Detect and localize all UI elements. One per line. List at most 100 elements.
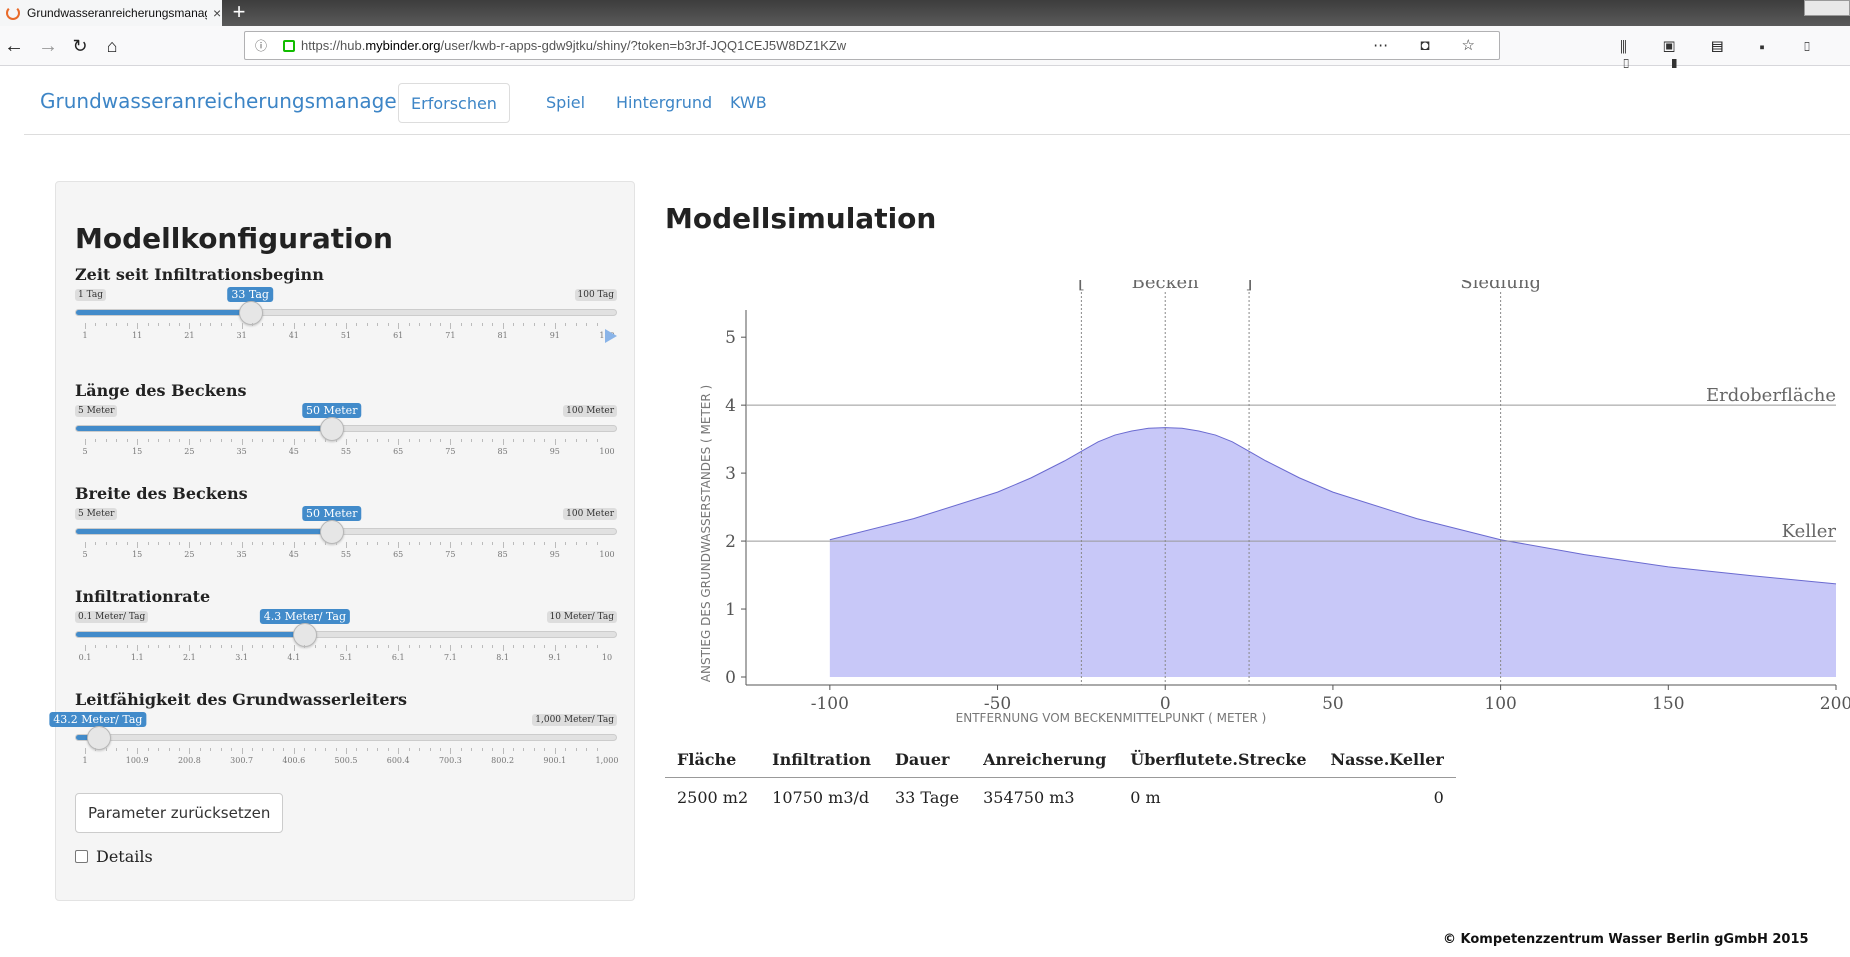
slider-tick-label: 500.5	[334, 756, 358, 765]
details-checkbox[interactable]: Details	[75, 847, 153, 866]
slider-tick-mark	[335, 645, 337, 648]
slider-tick-mark	[189, 439, 191, 445]
slider-tick-mark	[502, 439, 504, 445]
slider-tick-mark	[492, 323, 494, 326]
new-tab-button[interactable]: +	[226, 0, 252, 26]
slider-tick-mark	[168, 542, 170, 545]
slider-ticks: 5 15 25 35 45 55 65 75 85 95 100	[75, 439, 617, 459]
slider-min-label: 5 Meter	[75, 405, 118, 417]
slider-handle[interactable]	[238, 301, 263, 325]
slider-tick-mark	[335, 323, 337, 326]
info-icon[interactable]: ⓘ	[255, 37, 267, 54]
slider-tick-mark	[105, 439, 107, 442]
slider-label: Leitfähigkeit des Grundwasserleiters	[75, 690, 407, 709]
slider-tick-mark	[126, 645, 128, 648]
slider-tick-mark	[178, 748, 180, 751]
slider-tick-mark	[460, 748, 462, 751]
slider-tick-mark	[335, 748, 337, 751]
url-path: /user/kwb-r-apps-gdw9jtku/shiny/?token=b…	[440, 38, 847, 53]
slider-tick-mark	[439, 645, 441, 648]
slider-tick-mark	[565, 323, 567, 326]
slider-tick-mark	[220, 323, 222, 326]
table-row: 2500 m2 10750 m3/d 33 Tage 354750 m3 0 m…	[665, 778, 1456, 818]
slider-tick-mark	[513, 748, 515, 751]
slider-tick-mark	[544, 748, 546, 751]
slider-track[interactable]	[75, 623, 617, 647]
slider-tick-mark	[95, 748, 97, 751]
reset-parameters-button[interactable]: Parameter zurücksetzen	[75, 793, 284, 833]
slider-tick-mark	[554, 542, 556, 548]
slider-tick-mark	[158, 439, 160, 442]
slider-tick-mark	[346, 323, 347, 329]
slider-tick-mark	[419, 748, 421, 751]
slider-tick-mark	[565, 439, 567, 442]
x-axis-label: ENTFERNUNG VOM BECKENMITTELPUNKT ( METER…	[956, 711, 1267, 725]
slider-fill	[76, 529, 332, 534]
reload-icon[interactable]: ↻	[66, 32, 94, 60]
slider-handle[interactable]	[319, 520, 344, 544]
slider-tick-mark	[565, 542, 567, 545]
checkbox-box[interactable]	[75, 850, 88, 863]
y-tick-label: 4	[725, 396, 736, 416]
slider-tick-mark	[398, 645, 400, 651]
page-actions-icons[interactable]: ⋯ ◘ ☆	[1373, 36, 1489, 54]
tab-close-icon[interactable]: ×	[213, 5, 221, 21]
play-animation-icon[interactable]	[605, 329, 617, 343]
tab-kwb[interactable]: KWB	[718, 83, 779, 123]
slider-tick-label: 31	[236, 331, 247, 340]
slider-tick-mark	[408, 645, 410, 648]
slider-tick-mark	[137, 542, 139, 548]
slider-tick-mark	[533, 645, 535, 648]
simulation-chart: ErdoberflächeKeller[Becken] Siedlung-100-…	[699, 280, 1850, 725]
slider-tick-mark	[471, 323, 473, 326]
home-icon[interactable]: ⌂	[98, 32, 126, 60]
slider-tick-mark	[460, 645, 462, 648]
slider-tick-mark	[231, 645, 233, 648]
slider-handle[interactable]	[293, 623, 318, 647]
app-brand[interactable]: Grundwasseranreicherungsmanager	[40, 89, 405, 113]
slider-fill	[76, 426, 332, 431]
slider-tick-mark	[408, 439, 410, 442]
slider-label: Breite des Beckens	[75, 484, 248, 503]
slider-tick-label: 61	[393, 331, 404, 340]
slider-tick-mark	[586, 748, 588, 751]
table-cell: 354750 m3	[983, 788, 1075, 807]
slider-tick-mark	[272, 645, 274, 648]
slider-tick-mark	[199, 748, 201, 751]
slider-ticks: 1 100.9 200.8 300.7 400.6 500.5 600.4 700.3 800.…	[75, 748, 618, 768]
y-tick-label: 2	[725, 532, 736, 552]
slider-tick-mark	[450, 323, 452, 329]
slider-track[interactable]	[75, 417, 617, 441]
browser-tab[interactable]: Grundwasseranreicherungsmanager ×	[0, 0, 222, 26]
back-arrow-icon[interactable]: ←	[0, 32, 28, 60]
slider-handle[interactable]	[86, 726, 111, 750]
slider-tick-mark	[408, 542, 410, 545]
vline-label: Siedlung	[1460, 280, 1541, 293]
forward-arrow-icon[interactable]: →	[34, 32, 62, 60]
slider-tick-mark	[554, 748, 556, 754]
slider-tick-mark	[126, 542, 128, 545]
slider-tick-mark	[523, 645, 525, 648]
tab-spiel[interactable]: Spiel	[534, 83, 597, 123]
slider-fill	[76, 310, 251, 315]
slider-track[interactable]	[75, 520, 617, 544]
slider-value-label: 50 Meter	[302, 403, 362, 418]
slider-tick-mark	[95, 323, 97, 326]
slider-tick-mark	[304, 748, 306, 751]
slider-tick-mark	[168, 645, 170, 648]
slider-track[interactable]	[75, 301, 617, 325]
slider-tick-label: 45	[288, 447, 299, 456]
address-bar[interactable]: ⓘ https://hub. mybinder.org/user/kwb-r-ap…	[244, 31, 1500, 60]
slider-handle[interactable]	[319, 417, 344, 441]
window-control-button[interactable]	[1804, 0, 1850, 16]
slider-tick-mark	[95, 645, 97, 648]
slider-tick-mark	[377, 645, 379, 648]
slider-track[interactable]	[75, 726, 617, 750]
slider-tick-mark	[210, 323, 212, 326]
slider-tick-mark	[85, 439, 86, 445]
tab-hintergrund[interactable]: Hintergrund	[604, 83, 724, 123]
tab-erforschen[interactable]: Erforschen	[398, 83, 510, 123]
slider-tick-label: 8.1	[496, 653, 509, 662]
slider-tick-mark	[419, 645, 421, 648]
slider-label: Infiltrationrate	[75, 587, 211, 606]
